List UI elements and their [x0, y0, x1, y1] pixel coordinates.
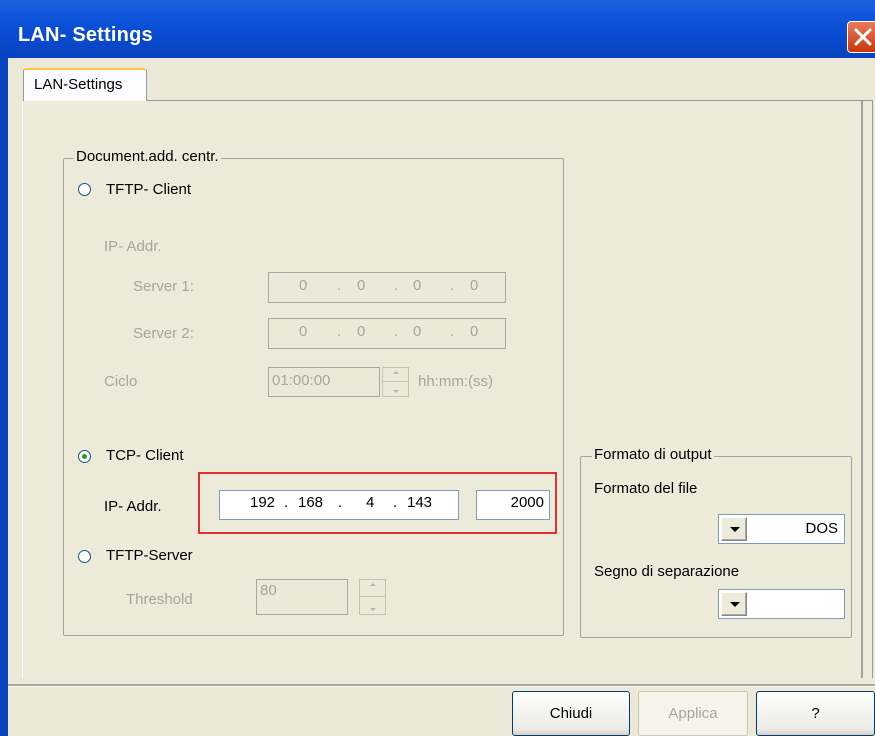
- octet: 0: [470, 323, 479, 340]
- close-icon: [854, 28, 872, 46]
- spin-down-button[interactable]: [360, 597, 385, 614]
- dropdown-arrow-icon[interactable]: [721, 592, 747, 616]
- ciclo-spinner[interactable]: [382, 367, 409, 397]
- spin-down-button[interactable]: [383, 382, 408, 396]
- tftp-server-radio[interactable]: [78, 550, 91, 563]
- ciclo-field[interactable]: 01:00:00: [268, 367, 380, 397]
- dot: .: [337, 323, 342, 340]
- file-format-label: Formato del file: [594, 480, 698, 497]
- document-group: [63, 158, 564, 636]
- dot: .: [338, 494, 343, 511]
- dot: .: [394, 277, 399, 294]
- window-title: LAN- Settings: [18, 24, 153, 46]
- arrow-down-icon: [369, 608, 376, 611]
- spin-up-button[interactable]: [383, 368, 408, 382]
- octet: 192: [250, 494, 276, 511]
- tab-panel-shadow: [861, 100, 863, 678]
- octet: 0: [357, 323, 366, 340]
- tab-lan-settings[interactable]: LAN-Settings: [23, 68, 147, 101]
- dot: .: [393, 494, 398, 511]
- octet: 0: [470, 277, 479, 294]
- help-button[interactable]: ?: [756, 691, 875, 736]
- file-format-select[interactable]: DOS: [718, 514, 845, 544]
- dot: .: [394, 323, 399, 340]
- server2-ip-field[interactable]: 0 . 0 . 0 . 0: [268, 318, 506, 349]
- octet: 0: [413, 277, 422, 294]
- ciclo-unit: hh:mm:(ss): [418, 373, 493, 390]
- tftp-client-radio[interactable]: [78, 183, 91, 196]
- tftp-server-label: TFTP-Server: [106, 547, 193, 564]
- tcp-ip-field[interactable]: 192 . 168 . 4 . 143: [219, 490, 459, 520]
- threshold-value: 80: [260, 582, 277, 599]
- tftp-client-label: TFTP- Client: [106, 181, 192, 198]
- octet: 0: [299, 323, 308, 340]
- octet: 0: [299, 277, 308, 294]
- dot: .: [337, 277, 342, 294]
- apply-button[interactable]: Applica: [638, 691, 748, 736]
- window-border: [0, 58, 8, 736]
- threshold-label: Threshold: [126, 591, 193, 608]
- file-format-value: DOS: [805, 520, 838, 537]
- octet: 0: [413, 323, 422, 340]
- arrow-down-icon: [392, 390, 399, 393]
- output-format-title: Formato di output: [592, 446, 714, 463]
- separator-label: Segno di separazione: [594, 563, 740, 580]
- server1-ip-field[interactable]: 0 . 0 . 0 . 0: [268, 272, 506, 303]
- dot: .: [284, 494, 289, 511]
- close-button[interactable]: [847, 21, 875, 53]
- dot: .: [450, 323, 455, 340]
- ciclo-label: Ciclo: [104, 373, 138, 390]
- arrow-up-icon: [369, 583, 376, 586]
- dot: .: [450, 277, 455, 294]
- dropdown-arrow-icon[interactable]: [721, 517, 747, 541]
- port-value: 2000: [510, 494, 544, 511]
- document-group-title: Document.add. centr.: [74, 148, 221, 165]
- threshold-field[interactable]: 80: [256, 579, 348, 615]
- tcp-client-label: TCP- Client: [106, 447, 184, 464]
- bottom-separator-highlight: [8, 686, 875, 687]
- spin-up-button[interactable]: [360, 580, 385, 597]
- octet: 0: [357, 277, 366, 294]
- ciclo-value: 01:00:00: [272, 372, 331, 389]
- tftp-ip-addr-label: IP- Addr.: [104, 238, 162, 255]
- tcp-ip-addr-label: IP- Addr.: [104, 498, 162, 515]
- separator-select[interactable]: [718, 589, 845, 619]
- octet: 4: [366, 494, 375, 511]
- close-dialog-button[interactable]: Chiudi: [512, 691, 630, 736]
- tcp-port-field[interactable]: 2000: [476, 490, 550, 520]
- tcp-client-radio[interactable]: [78, 450, 91, 463]
- octet: 143: [407, 494, 433, 511]
- server2-label: Server 2:: [133, 325, 194, 342]
- octet: 168: [298, 494, 324, 511]
- threshold-spinner[interactable]: [359, 579, 386, 615]
- arrow-up-icon: [392, 371, 399, 374]
- tab-label: LAN-Settings: [34, 76, 123, 93]
- server1-label: Server 1:: [133, 278, 194, 295]
